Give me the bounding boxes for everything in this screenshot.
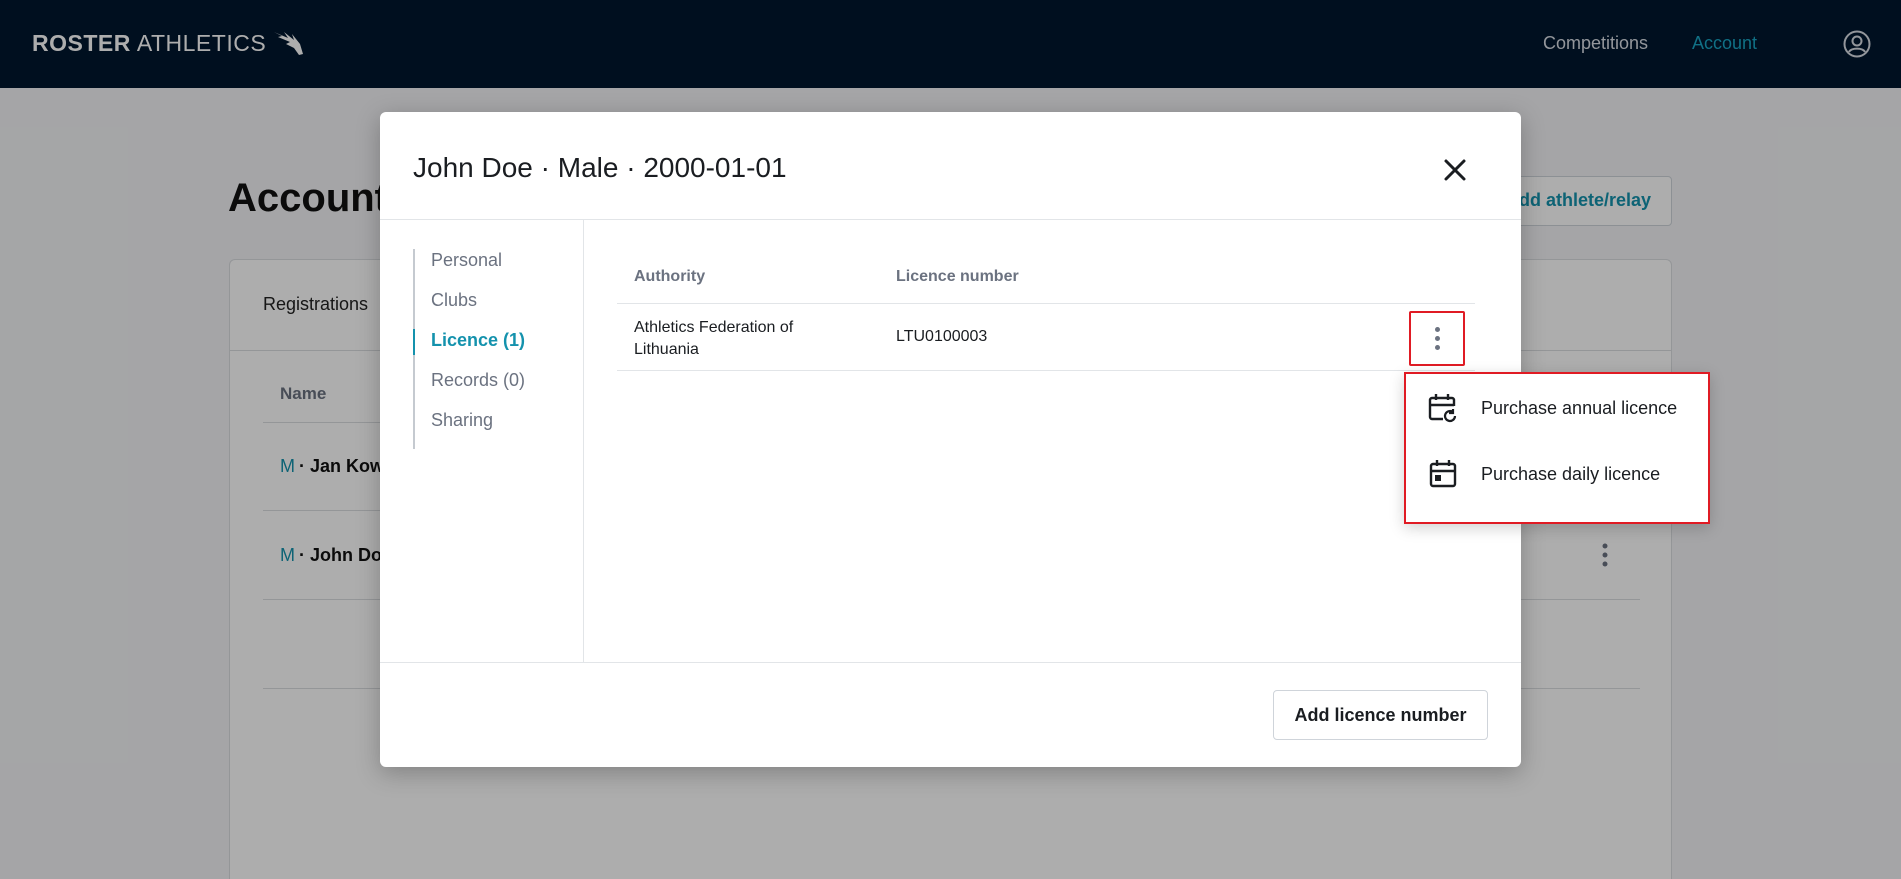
licence-authority-cell: Athletics Federation of Lithuania: [634, 319, 794, 358]
athlete-modal: John Doe · Male · 2000-01-01 Personal Cl…: [380, 112, 1521, 767]
side-nav-clubs[interactable]: Clubs: [415, 289, 525, 329]
menu-item-purchase-annual-licence[interactable]: Purchase annual licence: [1406, 378, 1708, 438]
side-nav-licence[interactable]: Licence (1): [412, 329, 525, 369]
table-header-divider: [617, 303, 1475, 304]
modal-header-divider: [380, 219, 1521, 220]
modal-footer-divider: [380, 662, 1521, 663]
sidebar-divider: [583, 220, 584, 662]
kebab-dot: [1434, 345, 1440, 350]
menu-item-purchase-daily-licence[interactable]: Purchase daily licence: [1406, 444, 1708, 504]
side-nav-records[interactable]: Records (0): [415, 369, 525, 409]
kebab-dot: [1434, 327, 1440, 332]
licence-more-options-button[interactable]: [1409, 311, 1465, 366]
menu-item-label: Purchase daily licence: [1481, 463, 1661, 484]
column-header-authority: Authority: [634, 268, 706, 285]
modal-title: John Doe · Male · 2000-01-01: [413, 152, 787, 183]
kebab-dot: [1434, 336, 1440, 341]
side-nav-sharing[interactable]: Sharing: [415, 409, 525, 449]
licence-options-menu: Purchase annual licence Purchase daily l…: [1404, 372, 1710, 524]
licence-number-cell: LTU0100003: [896, 328, 988, 345]
modal-side-nav: Personal Clubs Licence (1) Records (0) S…: [412, 249, 525, 449]
calendar-today-icon: [1429, 460, 1457, 488]
column-header-licence-number: Licence number: [896, 268, 1019, 285]
table-row-divider: [617, 370, 1475, 371]
add-licence-number-button[interactable]: Add licence number: [1273, 690, 1488, 740]
calendar-refresh-icon: [1428, 394, 1457, 423]
menu-item-label: Purchase annual licence: [1481, 397, 1678, 418]
side-nav-personal[interactable]: Personal: [415, 249, 525, 289]
close-icon[interactable]: [1440, 155, 1470, 185]
